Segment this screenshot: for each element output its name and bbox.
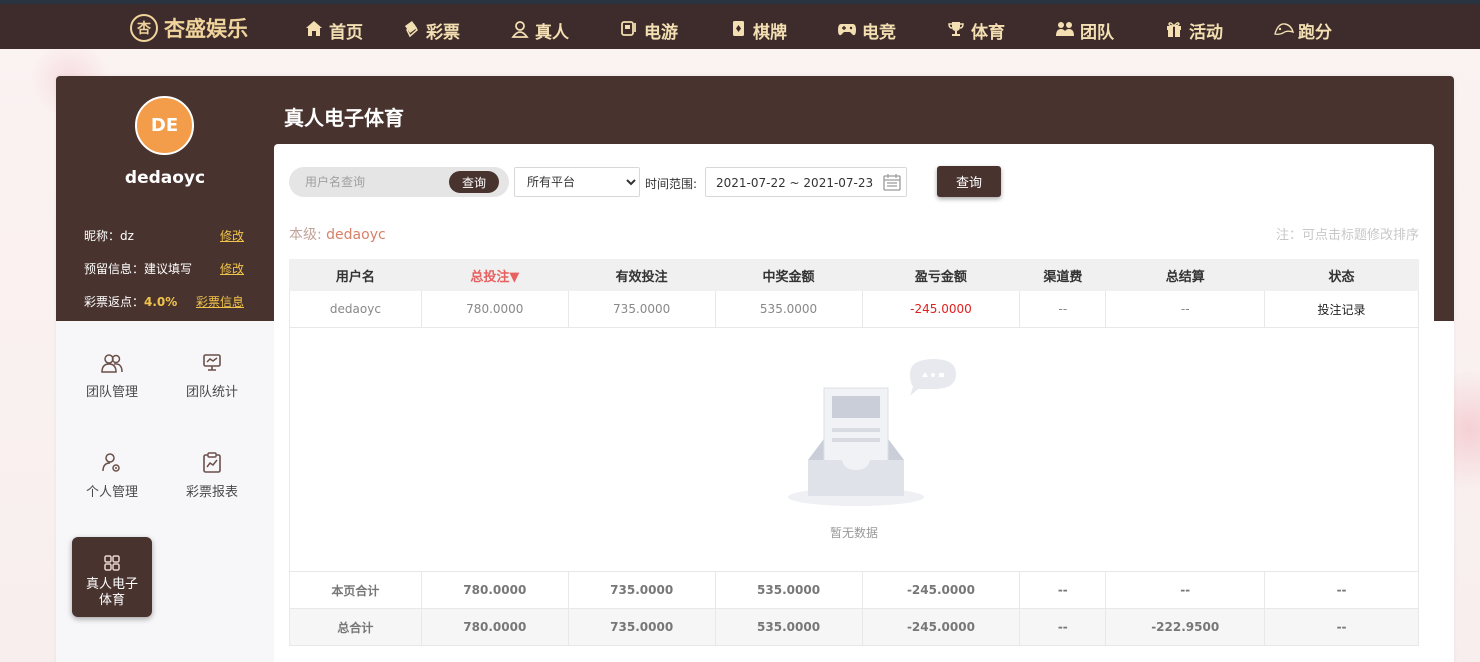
cell-profit-loss: -245.0000	[861, 290, 1021, 328]
gamepad-icon	[837, 20, 857, 42]
nav-item-promotions[interactable]: 活动	[1164, 8, 1223, 53]
cell-settlement: --	[1105, 290, 1266, 328]
trophy-icon	[946, 20, 966, 42]
team-icon	[1055, 20, 1075, 42]
cell-winnings: 535.0000	[714, 290, 863, 328]
current-level: 本级: dedaoyc	[289, 224, 386, 244]
nickname-edit-link[interactable]: 修改	[220, 227, 244, 244]
user-settings-icon	[100, 451, 124, 475]
nav-item-slots[interactable]: 电游	[619, 8, 678, 53]
rebate-label: 彩票返点：	[84, 295, 145, 309]
sort-hint: 注：可点击标题修改排序	[1275, 228, 1419, 243]
column-header-valid-bet[interactable]: 有效投注	[567, 259, 716, 291]
bet-records-link[interactable]: 投注记录	[1264, 290, 1419, 328]
sidebar-item-personal-management[interactable]: 个人管理	[72, 421, 152, 501]
live-dealer-icon	[510, 20, 530, 42]
nav-item-esports[interactable]: 电竞	[837, 8, 896, 53]
users-icon	[100, 351, 124, 375]
report-table: 用户名 总投注▼ 有效投注 中奖金额 盈亏金额 渠道费 总结算 状态 dedao…	[289, 259, 1419, 646]
time-range-label: 时间范围:	[645, 177, 698, 191]
column-header-winnings[interactable]: 中奖金额	[714, 259, 863, 291]
lottery-ticket-icon	[401, 20, 421, 42]
monitor-chart-icon	[200, 351, 224, 375]
empty-state-row: 暂无数据	[289, 327, 1419, 572]
main-nav: 首页 彩票 真人 电游 棋牌 电竞 体育 团队 活动 跑分	[304, 8, 1332, 53]
username-search-input[interactable]	[305, 172, 435, 192]
table-row: dedaoyc 780.0000 735.0000 535.0000 -245.…	[289, 290, 1419, 328]
brand-mark-icon: 杏	[130, 14, 158, 42]
page-title: 真人电子体育	[284, 106, 404, 130]
cell-username: dedaoyc	[289, 290, 422, 328]
column-header-username[interactable]: 用户名	[289, 259, 422, 291]
username: dedaoyc	[124, 168, 206, 188]
sidebar-item-lottery-report[interactable]: 彩票报表	[172, 421, 252, 501]
empty-state-text: 暂无数据	[829, 526, 878, 540]
calendar-icon[interactable]	[882, 172, 902, 192]
brand-name: 杏盛娱乐	[164, 17, 248, 41]
lottery-info-link[interactable]: 彩票信息	[196, 293, 244, 310]
nav-item-team[interactable]: 团队	[1055, 8, 1114, 53]
rebate-value: 4.0%	[144, 295, 178, 309]
date-range-picker[interactable]: 2021-07-22 ~ 2021-07-23	[705, 167, 907, 197]
avatar[interactable]: DE	[135, 96, 194, 155]
gift-icon	[1164, 20, 1184, 42]
account-card: DE dedaoyc 昵称：dz 修改 预留信息：建议填写 修改 彩票返点：4.…	[56, 76, 1454, 662]
reserved-info-row: 预留信息：建议填写 修改	[84, 260, 244, 278]
level-label: 本级:	[289, 227, 322, 243]
column-header-channel-fee[interactable]: 渠道费	[1019, 259, 1107, 291]
column-header-settlement[interactable]: 总结算	[1105, 259, 1266, 291]
table-header-row: 用户名 总投注▼ 有效投注 中奖金额 盈亏金额 渠道费 总结算 状态	[289, 259, 1419, 291]
cell-total-bet: 780.0000	[420, 290, 569, 328]
platform-select[interactable]: 所有平台	[514, 167, 640, 197]
rebate-row: 彩票返点：4.0% 彩票信息	[84, 293, 244, 311]
username-search: 查询	[289, 167, 509, 197]
running-icon	[1273, 20, 1295, 42]
empty-inbox-icon	[788, 359, 956, 506]
level-username-link[interactable]: dedaoyc	[326, 227, 386, 243]
page-total-row: 本页合计 780.0000 735.0000 535.0000 -245.000…	[289, 571, 1419, 609]
nav-item-home[interactable]: 首页	[304, 8, 363, 53]
reserved-info-label: 预留信息：建议填写	[84, 262, 193, 276]
nav-item-score[interactable]: 跑分	[1273, 8, 1332, 53]
column-header-status[interactable]: 状态	[1264, 259, 1419, 291]
column-header-total-bet[interactable]: 总投注▼	[420, 259, 569, 291]
reserved-info-edit-link[interactable]: 修改	[220, 260, 244, 277]
date-range-value: 2021-07-22 ~ 2021-07-23	[716, 176, 874, 190]
nickname-label: 昵称：dz	[84, 229, 134, 243]
sidebar-item-team-management[interactable]: 团队管理	[72, 321, 152, 401]
report-panel: 查询 所有平台 时间范围: 2021-07-22 ~ 2021-07-23 查询…	[274, 144, 1434, 662]
sidebar-menu: 团队管理 团队统计 个人管理 彩票报表 真人电子体育	[56, 321, 274, 662]
page-total-label: 本页合计	[289, 571, 422, 609]
home-icon	[304, 20, 324, 42]
empty-state: 暂无数据	[290, 328, 1418, 571]
grand-total-label: 总合计	[289, 608, 422, 646]
column-header-profit-loss[interactable]: 盈亏金额	[861, 259, 1021, 291]
username-search-button[interactable]: 查询	[449, 171, 499, 193]
nav-item-lottery[interactable]: 彩票	[401, 8, 460, 53]
slot-machine-icon	[619, 20, 639, 42]
cell-channel-fee: --	[1019, 290, 1107, 328]
nav-item-live[interactable]: 真人	[510, 8, 569, 53]
grand-total-row: 总合计 780.0000 735.0000 535.0000 -245.0000…	[289, 608, 1419, 646]
sidebar-item-team-stats[interactable]: 团队统计	[172, 321, 252, 401]
nav-item-sports[interactable]: 体育	[946, 8, 1005, 53]
cell-valid-bet: 735.0000	[567, 290, 716, 328]
top-nav-bar: 杏 杏盛娱乐 首页 彩票 真人 电游 棋牌 电竞 体育 团队 活动 跑分	[0, 0, 1480, 49]
query-button[interactable]: 查询	[937, 166, 1001, 197]
card-game-icon	[728, 20, 748, 42]
user-profile-panel: DE dedaoyc 昵称：dz 修改 预留信息：建议填写 修改 彩票返点：4.…	[56, 76, 274, 321]
clipboard-chart-icon	[200, 451, 224, 475]
grid-icon	[100, 551, 124, 575]
sidebar-item-live-electronic-sports[interactable]: 真人电子体育	[72, 537, 152, 617]
nav-item-chess-cards[interactable]: 棋牌	[728, 8, 787, 53]
nickname-row: 昵称：dz 修改	[84, 227, 244, 245]
brand-logo[interactable]: 杏 杏盛娱乐	[130, 10, 248, 46]
